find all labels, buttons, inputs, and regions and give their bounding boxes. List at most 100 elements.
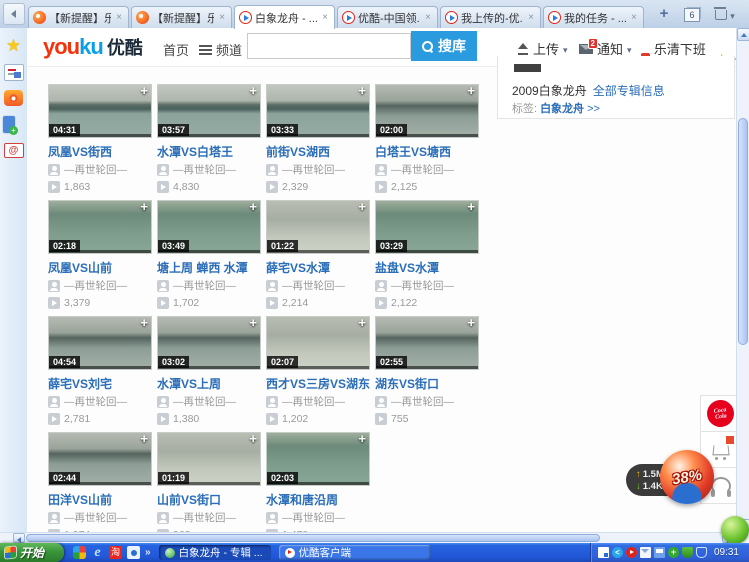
video-title-link[interactable]: 凤凰VS街西 (48, 145, 152, 159)
scroll-up-button[interactable] (737, 28, 749, 41)
mail-at-icon[interactable]: @ (4, 143, 24, 158)
tag-more-link[interactable]: >> (587, 103, 600, 115)
uploader-name[interactable]: —再世轮回— (64, 394, 127, 409)
browser-tab-5[interactable]: 我上传的-优... × (440, 6, 541, 28)
news-icon[interactable] (4, 64, 24, 81)
taobao-icon[interactable]: 淘 (109, 546, 122, 559)
video-title-link[interactable]: 水潭VS上周 (157, 377, 261, 391)
uploader-name[interactable]: —再世轮回— (173, 162, 236, 177)
taskbar-window-youku-client[interactable]: 优酷客户端 (279, 545, 431, 560)
quick-launch-more[interactable]: » (145, 546, 151, 559)
window-tray-icon[interactable] (654, 547, 665, 558)
video-title-link[interactable]: 塘上周 蝉西 水潭 (157, 261, 261, 275)
youku-logo[interactable]: youku优酷 (43, 35, 143, 60)
tab-close-button[interactable]: × (629, 12, 639, 23)
video-title-link[interactable]: 西才VS三房VS湖东 (266, 377, 370, 391)
video-title-link[interactable]: 水潭VS白塔王 (157, 145, 261, 159)
horizontal-scroll-thumb[interactable] (26, 534, 600, 542)
tab-close-button[interactable]: × (423, 12, 433, 23)
tab-close-button[interactable]: × (114, 12, 124, 23)
video-thumbnail[interactable]: 02:00 (375, 84, 479, 138)
video-thumbnail[interactable]: 03:29 (375, 200, 479, 254)
green-plus-tray-icon[interactable]: + (668, 547, 679, 558)
nav-channels-link[interactable]: 频道 (199, 40, 242, 59)
vertical-scroll-thumb[interactable] (738, 118, 748, 345)
tab-close-button[interactable]: × (217, 12, 227, 23)
uploader-name[interactable]: —再世轮回— (391, 162, 454, 177)
browser-tab-1[interactable]: 【新提醒】乐... × (28, 6, 129, 28)
video-title-link[interactable]: 湖东VS街口 (375, 377, 479, 391)
nav-circle-tray-icon[interactable]: < (612, 547, 623, 558)
uploader-name[interactable]: —再世轮回— (282, 278, 345, 293)
panel-collapse-button[interactable] (3, 3, 25, 25)
uploader-name[interactable]: —再世轮回— (391, 394, 454, 409)
video-thumbnail[interactable]: 04:31 (48, 84, 152, 138)
youku-tray-icon[interactable] (626, 547, 637, 558)
video-thumbnail[interactable]: 03:33 (266, 84, 370, 138)
video-title-link[interactable]: 田洋VS山前 (48, 493, 152, 507)
browser-tab-3-active[interactable]: 白象龙舟 - ... × (234, 5, 335, 29)
uploader-name[interactable]: —再世轮回— (173, 510, 236, 525)
uploader-name[interactable]: —再世轮回— (391, 278, 454, 293)
accelerator-ball[interactable]: 38% (660, 450, 714, 504)
weibo-icon[interactable] (4, 90, 23, 106)
album-all-info-link[interactable]: 全部专辑信息 (593, 84, 665, 98)
video-title-link[interactable]: 前街VS湖西 (266, 145, 370, 159)
new-tab-button[interactable]: + (652, 3, 676, 25)
browser-tab-6[interactable]: 我的任务 - ... × (543, 6, 644, 28)
video-title-link[interactable]: 薛宅VS水潭 (266, 261, 370, 275)
video-thumbnail[interactable]: 01:22 (266, 200, 370, 254)
video-thumbnail[interactable]: 01:19 (157, 432, 261, 486)
search-input[interactable] (248, 34, 410, 58)
video-title-link[interactable]: 山前VS街口 (157, 493, 261, 507)
video-thumbnail[interactable]: 02:03 (266, 432, 370, 486)
mobile-add-icon[interactable] (2, 115, 16, 134)
browser-tab-4[interactable]: 优酷-中国领... × (337, 6, 438, 28)
start-button[interactable]: 开始 (0, 543, 64, 562)
uploader-name[interactable]: —再世轮回— (64, 162, 127, 177)
scroll-left-button[interactable] (13, 533, 25, 543)
mail-tray-icon[interactable] (640, 547, 651, 558)
uploader-name[interactable]: —再世轮回— (173, 278, 236, 293)
video-thumbnail[interactable]: 03:02 (157, 316, 261, 370)
video-title-link[interactable]: 白塔王VS塘西 (375, 145, 479, 159)
uploader-name[interactable]: —再世轮回— (282, 162, 345, 177)
tab-close-button[interactable]: × (526, 12, 536, 23)
tab-close-button[interactable]: × (320, 12, 330, 23)
uploader-name[interactable]: —再世轮回— (64, 510, 127, 525)
favorites-star-icon[interactable]: ★ (4, 37, 24, 55)
tag-link[interactable]: 白象龙舟 (540, 103, 584, 115)
floating-green-ball[interactable] (721, 516, 749, 544)
video-title-link[interactable]: 凤凰VS山前 (48, 261, 152, 275)
browser-tab-2[interactable]: 【新提醒】乐... × (131, 6, 232, 28)
vertical-scrollbar[interactable] (736, 28, 749, 532)
nav-home-link[interactable]: 首页 (163, 40, 189, 59)
uploader-name[interactable]: —再世轮回— (282, 510, 345, 525)
messenger-icon[interactable] (127, 546, 140, 559)
shield-tray-icon[interactable] (682, 547, 693, 558)
video-thumbnail[interactable]: 04:54 (48, 316, 152, 370)
recently-closed-button[interactable] (710, 5, 740, 25)
video-thumbnail[interactable]: 02:44 (48, 432, 152, 486)
video-title-link[interactable]: 水潭和唐沿周 (266, 493, 370, 507)
colorful-grid-icon[interactable] (73, 546, 86, 559)
uploader-name[interactable]: —再世轮回— (282, 394, 345, 409)
uploader-name[interactable]: —再世轮回— (64, 278, 127, 293)
video-thumbnail[interactable]: 03:57 (157, 84, 261, 138)
search-button[interactable]: 搜库 (411, 31, 477, 61)
horizontal-scrollbar[interactable] (0, 532, 736, 543)
video-thumbnail[interactable]: 02:55 (375, 316, 479, 370)
cocacola-widget[interactable]: CocaCola (700, 395, 741, 432)
video-thumbnail[interactable]: 02:07 (266, 316, 370, 370)
coke-text: Cola (715, 413, 727, 421)
ime-tray-icon[interactable] (598, 547, 609, 558)
video-thumbnail[interactable]: 03:49 (157, 200, 261, 254)
taskbar-window-youku-album[interactable]: 白象龙舟 - 专辑 ... (159, 545, 271, 560)
video-title-link[interactable]: 盐盘VS水潭 (375, 261, 479, 275)
shield-outline-tray-icon[interactable] (696, 547, 707, 558)
video-thumbnail[interactable]: 02:18 (48, 200, 152, 254)
internet-explorer-icon[interactable]: e (91, 546, 104, 559)
video-title-link[interactable]: 薛宅VS刘宅 (48, 377, 152, 391)
uploader-name[interactable]: —再世轮回— (173, 394, 236, 409)
tab-list-button[interactable]: 6 (680, 5, 704, 25)
